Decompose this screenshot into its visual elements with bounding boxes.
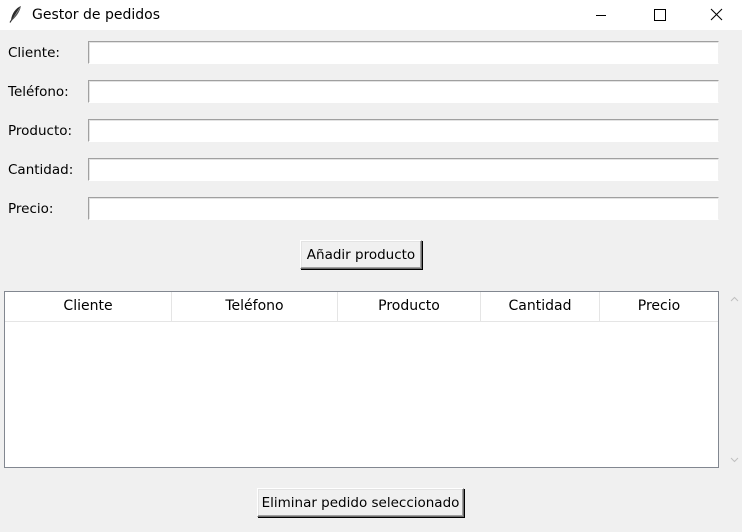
scroll-up-button[interactable] [726,291,742,308]
cantidad-input[interactable] [88,158,719,181]
column-header-cantidad[interactable]: Cantidad [481,292,600,321]
chevron-down-icon [730,457,739,463]
close-icon [710,8,723,21]
cantidad-label: Cantidad: [8,162,74,178]
maximize-button[interactable] [636,0,682,30]
window-title: Gestor de pedidos [32,7,160,23]
producto-label: Producto: [8,123,73,139]
table-header: Cliente Teléfono Producto Cantidad Preci… [5,292,718,322]
telefono-input[interactable] [88,80,719,103]
chevron-up-icon [730,296,739,302]
column-header-telefono[interactable]: Teléfono [172,292,338,321]
cliente-label: Cliente: [8,45,60,61]
minimize-icon [596,15,606,16]
precio-label: Precio: [8,201,54,217]
maximize-icon [654,9,666,21]
scroll-down-button[interactable] [726,451,742,468]
delete-order-button[interactable]: Eliminar pedido seleccionado [257,488,464,517]
column-header-cliente[interactable]: Cliente [5,292,172,321]
close-button[interactable] [694,0,740,30]
column-header-precio[interactable]: Precio [600,292,718,321]
cliente-input[interactable] [88,41,719,64]
feather-icon [8,5,24,23]
minimize-button[interactable] [578,0,624,30]
telefono-label: Teléfono: [8,84,69,100]
precio-input[interactable] [88,197,719,220]
orders-table[interactable]: Cliente Teléfono Producto Cantidad Preci… [4,291,719,468]
add-product-button[interactable]: Añadir producto [300,240,422,269]
column-header-producto[interactable]: Producto [338,292,481,321]
producto-input[interactable] [88,119,719,142]
table-scrollbar[interactable] [726,291,742,468]
title-bar[interactable]: Gestor de pedidos [0,0,742,30]
